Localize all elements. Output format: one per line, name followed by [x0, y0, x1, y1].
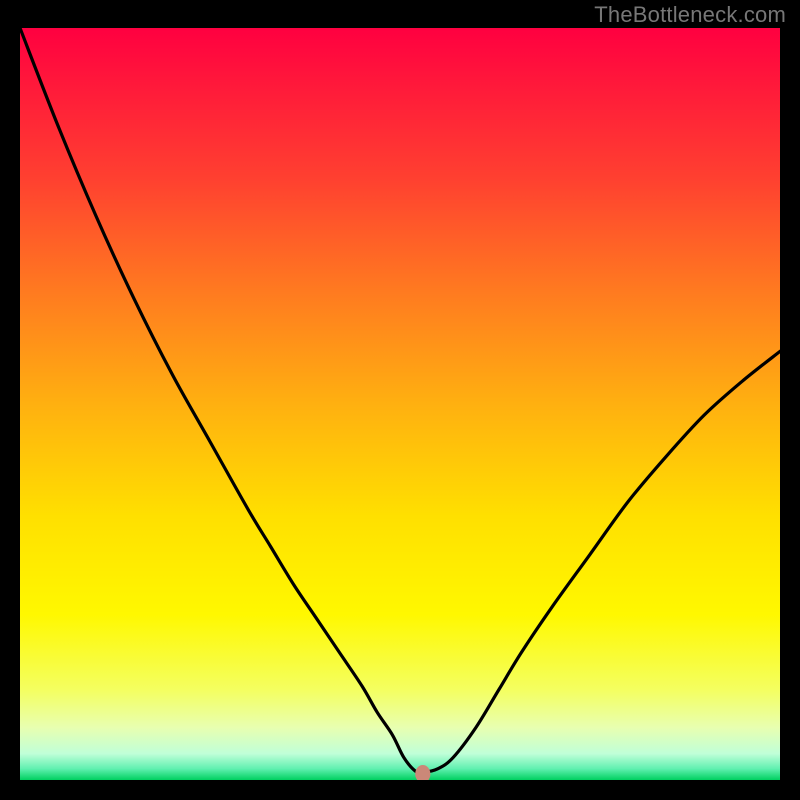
chart-svg — [20, 28, 780, 780]
watermark-text: TheBottleneck.com — [594, 2, 786, 28]
chart-container: TheBottleneck.com — [0, 0, 800, 800]
gradient-background — [20, 28, 780, 780]
chart-plot-area — [20, 28, 780, 780]
